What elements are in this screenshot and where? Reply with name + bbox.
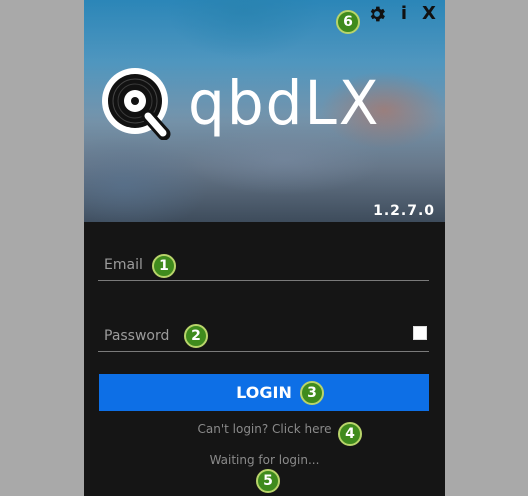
annotation-marker-3: 3 [300,381,324,405]
annotation-marker-5: 5 [256,469,280,493]
app-logo: qbdLX [100,66,381,140]
password-input[interactable] [104,323,394,349]
app-name: qbdLX [188,67,381,139]
annotation-marker-2: 2 [184,324,208,348]
header-banner: i X qbdLX 1.2.7.0 [84,0,445,222]
version-label: 1.2.7.0 [373,203,435,219]
annotation-marker-6: 6 [336,10,360,34]
settings-gear-icon[interactable] [367,4,387,24]
window-controls: i X [367,4,437,24]
show-password-checkbox[interactable] [413,326,427,340]
help-link[interactable]: Can't login? Click here [84,422,445,436]
annotation-marker-4: 4 [338,422,362,446]
record-icon [102,68,171,140]
close-button[interactable]: X [421,5,437,23]
app-window: i X qbdLX 1.2.7.0 Email LOGIN Can't logi… [84,0,445,496]
login-button[interactable]: LOGIN [99,374,429,411]
info-button[interactable]: i [399,5,409,23]
screenshot-stage: i X qbdLX 1.2.7.0 Email LOGIN Can't logi… [0,0,528,496]
gear-icon [370,6,385,22]
status-text: Waiting for login... [209,453,320,467]
login-form: LOGIN Can't login? Click here Waiting fo… [84,222,445,496]
email-field [98,252,429,281]
email-input[interactable] [104,252,394,278]
annotation-marker-1: 1 [152,254,176,278]
password-field [98,323,429,352]
